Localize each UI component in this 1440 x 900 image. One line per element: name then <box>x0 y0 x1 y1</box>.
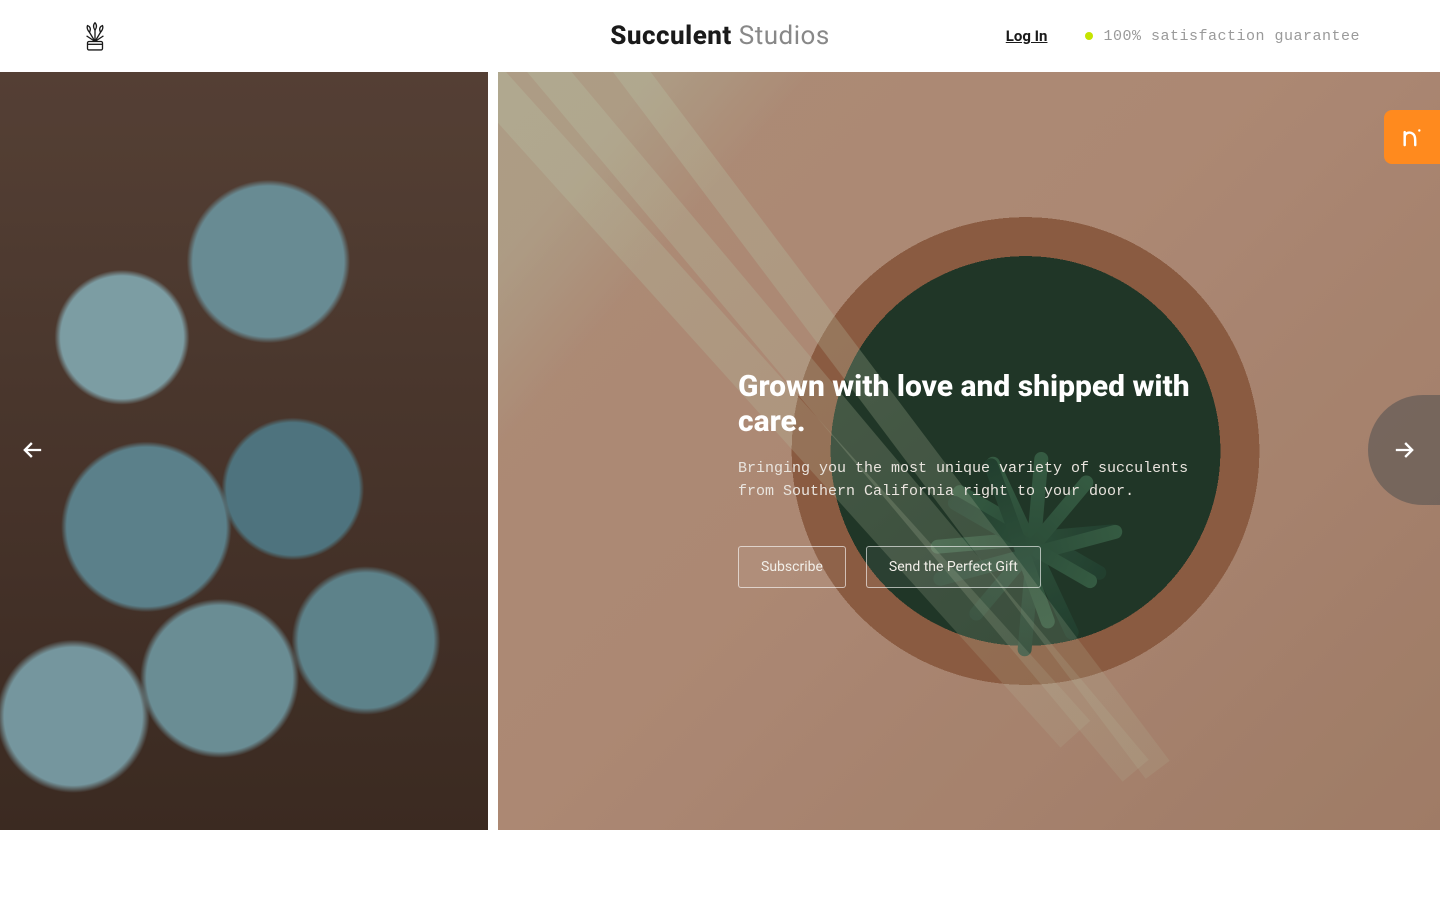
brand-name-light: Studios <box>732 21 830 51</box>
carousel-prev-button[interactable] <box>0 400 66 500</box>
hero-carousel: Grown with love and shipped with care. B… <box>0 72 1440 830</box>
honey-extension-badge[interactable] <box>1384 110 1440 164</box>
brand-name-bold: Succulent <box>610 21 732 51</box>
hero-subtitle: Bringing you the most unique variety of … <box>738 457 1208 504</box>
hero-image-left <box>0 72 488 830</box>
arrow-left-icon <box>19 436 47 464</box>
cta-row: Subscribe Send the Perfect Gift <box>738 546 1218 588</box>
guarantee-text: 100% satisfaction guarantee <box>1103 28 1360 45</box>
brand-wordmark: Succulent Studios <box>610 21 830 51</box>
hero-title: Grown with love and shipped with care. <box>738 370 1218 439</box>
subscribe-button[interactable]: Subscribe <box>738 546 846 588</box>
status-dot-icon <box>1085 32 1093 40</box>
guarantee-badge: 100% satisfaction guarantee <box>1085 28 1360 45</box>
hero-copy: Grown with love and shipped with care. B… <box>738 370 1218 588</box>
arrow-right-icon <box>1390 436 1418 464</box>
login-link[interactable]: Log In <box>1006 27 1048 45</box>
brand-logo-icon <box>80 19 110 53</box>
site-header: Succulent Studios Log In 100% satisfacti… <box>0 0 1440 72</box>
hero-image-right: Grown with love and shipped with care. B… <box>498 72 1440 830</box>
header-right: Log In 100% satisfaction guarantee <box>1006 27 1360 45</box>
honey-icon <box>1399 124 1425 150</box>
succulent-rosettes-image <box>0 72 488 830</box>
send-gift-button[interactable]: Send the Perfect Gift <box>866 546 1041 588</box>
